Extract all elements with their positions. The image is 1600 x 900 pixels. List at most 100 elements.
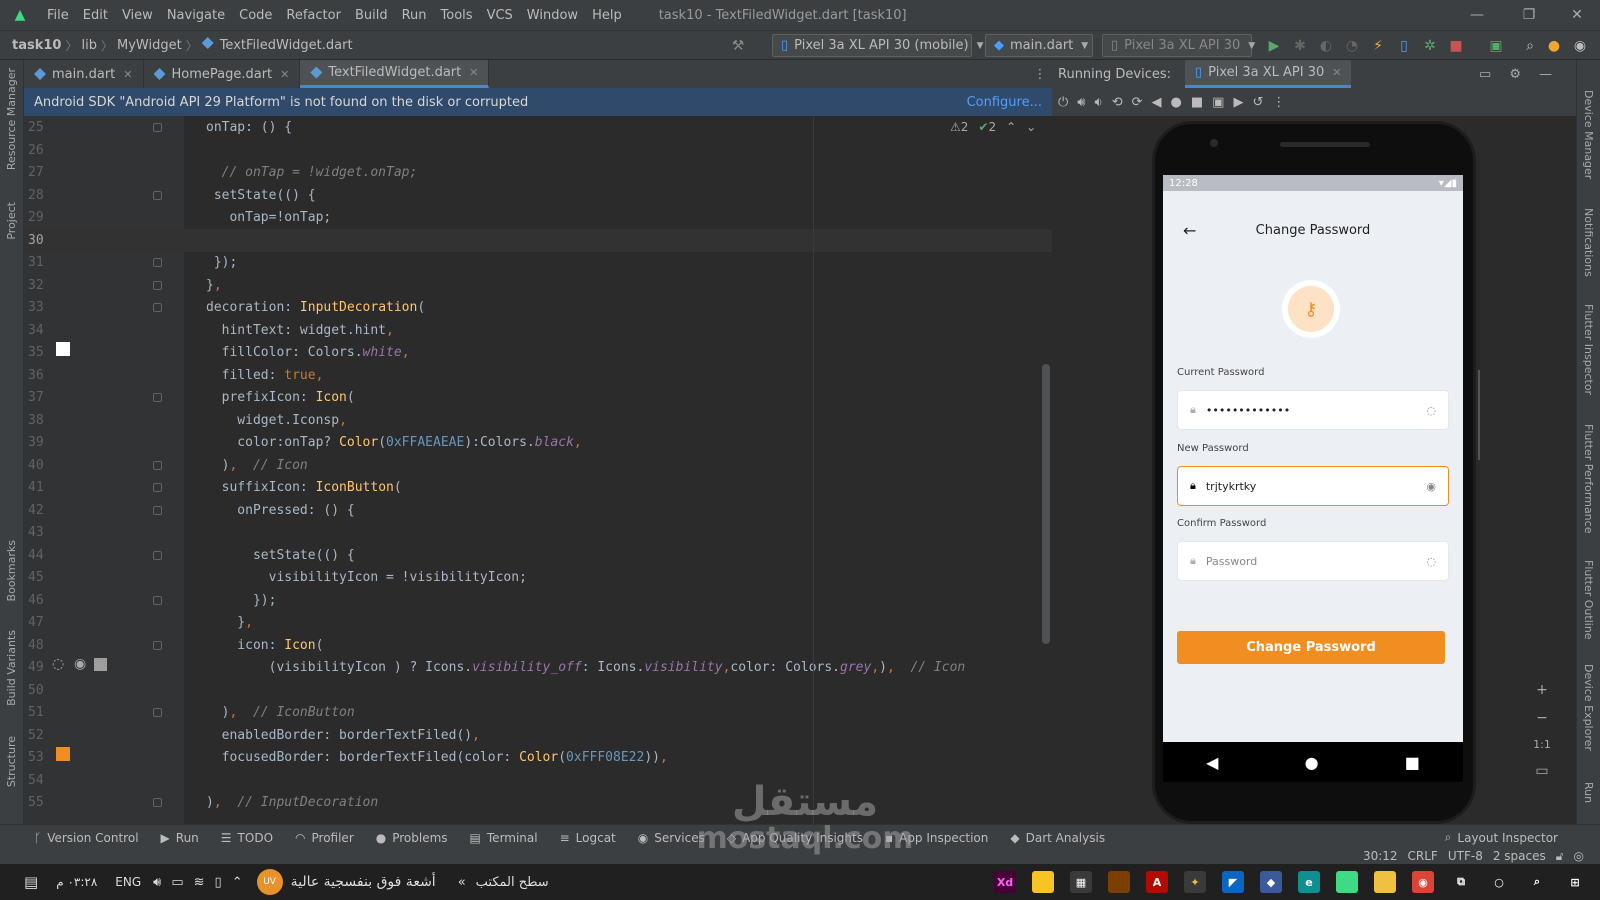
menu-view[interactable]: View — [115, 8, 160, 23]
color-swatch-white[interactable] — [56, 342, 70, 356]
desktop-label[interactable]: سطح المكتب — [476, 875, 549, 890]
current-password-field[interactable]: 🔒︎ ••••••••••••• ◌ — [1177, 390, 1449, 430]
gear-icon[interactable]: ⚙ — [1509, 67, 1521, 82]
tool-layout-inspector[interactable]: ⌕ Layout Inspector — [1445, 830, 1558, 845]
run-config-selector[interactable]: ◆ main.dart ▼ — [985, 34, 1093, 57]
breadcrumb-project[interactable]: task10 — [0, 38, 65, 53]
file-encoding[interactable]: UTF-8 — [1448, 849, 1483, 864]
tool-dart-analysis[interactable]: ◆ Dart Analysis — [1010, 831, 1105, 845]
code-line[interactable]: 33 decoration: InputDecoration( — [24, 296, 1052, 319]
code-line[interactable]: 32}, — [24, 274, 1052, 297]
visibility-icon[interactable]: ◉ — [1426, 480, 1436, 493]
fold-marker[interactable] — [153, 505, 162, 515]
tool-flutter-inspector[interactable]: Flutter Inspector — [1582, 304, 1595, 395]
change-password-button[interactable]: Change Password — [1177, 631, 1445, 664]
fold-marker[interactable] — [153, 595, 162, 605]
menu-code[interactable]: Code — [232, 8, 279, 23]
close-icon[interactable]: ✕ — [280, 68, 289, 81]
close-icon[interactable]: ✕ — [469, 66, 478, 79]
cursor-position[interactable]: 30:12 — [1363, 849, 1398, 864]
maximize-icon[interactable]: ▭ — [1479, 67, 1491, 82]
chevron-up-icon[interactable]: ⌃ — [232, 875, 243, 890]
tab-textfiledwidget-dart[interactable]: TextFiledWidget.dart ✕ — [300, 60, 490, 88]
tool-flutter-performance[interactable]: Flutter Performance — [1582, 424, 1595, 533]
menu-build[interactable]: Build — [348, 8, 395, 23]
menu-refactor[interactable]: Refactor — [279, 8, 348, 23]
nav-recents-icon[interactable]: ■ — [1405, 753, 1420, 772]
fold-marker[interactable] — [153, 190, 162, 200]
tool-problems[interactable]: ● Problems — [376, 831, 448, 845]
weather-text[interactable]: أشعة فوق بنفسجية عالية — [291, 874, 436, 890]
cube-icon[interactable]: ◆ — [1260, 871, 1282, 893]
code-line[interactable]: 27 // onTap = !widget.onTap; — [24, 161, 1052, 184]
task-view-icon[interactable]: ⧉ — [1450, 871, 1472, 893]
tool-device-explorer[interactable]: Device Explorer — [1582, 664, 1595, 751]
tool-device-manager[interactable]: Device Manager — [1582, 90, 1595, 179]
screenshot-icon[interactable]: ▣ — [1212, 95, 1224, 110]
code-line[interactable]: 38 widget.Iconsp, — [24, 409, 1052, 432]
code-line[interactable]: 29 onTap=!onTap; — [24, 206, 1052, 229]
chevron-down-icon[interactable]: ⌄ — [1026, 120, 1036, 134]
code-line[interactable]: 48 icon: Icon( — [24, 634, 1052, 657]
visibility-off-icon[interactable]: ◌ — [1426, 404, 1436, 417]
tool-version-control[interactable]: ᚴ Version Control — [34, 831, 139, 845]
more-icon[interactable]: ⋮ — [1272, 95, 1285, 110]
tool-project[interactable]: Project — [5, 202, 18, 240]
code-line[interactable]: 41 suffixIcon: IconButton( — [24, 476, 1052, 499]
tool-build-variants[interactable]: Build Variants — [5, 630, 18, 706]
breadcrumb-folder[interactable]: MyWidget — [113, 38, 186, 53]
fit-screen-icon[interactable]: ▭ — [1535, 763, 1548, 779]
windows-start-icon[interactable]: ⊞ — [1564, 871, 1586, 893]
color-swatch-grey[interactable] — [94, 658, 107, 671]
battery-icon[interactable]: ▭ — [171, 875, 183, 890]
code-line[interactable]: 37 prefixIcon: Icon( — [24, 386, 1052, 409]
code-line[interactable]: 35 fillColor: Colors.white, — [24, 341, 1052, 364]
stop-icon[interactable]: ■ — [1446, 36, 1466, 56]
code-line[interactable]: 28 setState(() { — [24, 184, 1052, 207]
hot-reload-icon[interactable]: ⚡ — [1368, 36, 1388, 56]
cortana-icon[interactable]: ○ — [1488, 871, 1510, 893]
code-line[interactable]: 49 (visibilityIcon ) ? Icons.visibility_… — [24, 656, 1052, 679]
sticky-notes-icon[interactable] — [1032, 871, 1054, 893]
rotate-right-icon[interactable]: ⟳ — [1132, 95, 1143, 110]
overview-icon[interactable]: ■ — [1191, 95, 1203, 110]
code-editor[interactable]: 25 onTap: () {26 27 // onTap = !widget.onT… — [24, 116, 1052, 824]
home-icon[interactable]: ● — [1171, 95, 1182, 110]
notifications-icon[interactable]: ▤ — [24, 873, 38, 891]
new-password-field[interactable]: 🔒︎ trjtykrtky ◉ — [1177, 466, 1449, 506]
fold-marker[interactable] — [153, 393, 162, 402]
chevron-up-icon[interactable]: ⌃ — [1006, 120, 1016, 134]
menu-run[interactable]: Run — [395, 8, 434, 23]
menu-tools[interactable]: Tools — [434, 8, 480, 23]
profile-icon[interactable]: ◔ — [1342, 36, 1362, 56]
account-icon[interactable]: ◉ — [1570, 36, 1590, 56]
taskbar-clock[interactable]: ٠٣:٢٨ م — [56, 875, 97, 889]
chevron-left-icon[interactable]: « — [458, 875, 466, 890]
tab-homepage-dart[interactable]: HomePage.dart ✕ — [144, 60, 301, 88]
code-line[interactable]: 42 onPressed: () { — [24, 499, 1052, 522]
tab-device[interactable]: ▯ Pixel 3a XL API 30 ✕ — [1185, 60, 1352, 88]
tool-terminal[interactable]: ▤ Terminal — [470, 831, 538, 845]
tab-main-dart[interactable]: main.dart ✕ — [24, 60, 144, 88]
code-line[interactable]: 36 filled: true, — [24, 364, 1052, 387]
breadcrumb-file[interactable]: TextFiledWidget.dart — [198, 37, 357, 53]
code-line[interactable]: 43 — [24, 521, 1052, 544]
nav-back-icon[interactable]: ◀ — [1206, 753, 1218, 772]
menu-navigate[interactable]: Navigate — [160, 8, 232, 23]
volume-down-icon[interactable]: 🔉︎ — [1095, 95, 1103, 110]
menu-window[interactable]: Window — [520, 8, 585, 23]
fold-marker[interactable] — [153, 123, 162, 132]
edge-icon[interactable]: e — [1298, 871, 1320, 893]
breadcrumb-lib[interactable]: lib — [77, 38, 100, 53]
minimize-icon[interactable]: — — [1454, 0, 1500, 30]
tool-resource-manager[interactable]: Resource Manager — [5, 68, 18, 170]
code-line[interactable]: 51 ), // IconButton — [24, 701, 1052, 724]
tool-run[interactable]: Run — [1582, 782, 1595, 803]
fold-marker[interactable] — [153, 640, 162, 650]
acrobat-icon[interactable]: A — [1146, 871, 1168, 893]
fold-marker[interactable] — [153, 483, 162, 492]
nav-home-icon[interactable]: ● — [1305, 753, 1319, 772]
fold-marker[interactable] — [153, 460, 162, 470]
file-explorer-icon[interactable] — [1374, 871, 1396, 893]
search-icon[interactable]: ⌕ — [1520, 36, 1540, 56]
